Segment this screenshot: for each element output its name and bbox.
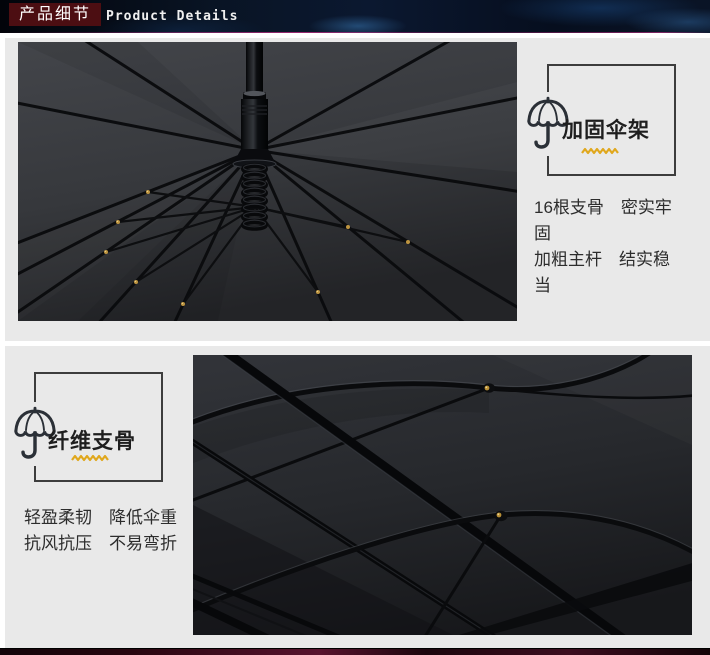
header-title-en: Product Details xyxy=(106,9,238,24)
section-header-bar: 产品细节 Product Details xyxy=(0,0,710,33)
feature-title: 纤维支骨 xyxy=(48,431,136,452)
header-title-zh: 产品细节 xyxy=(9,3,101,26)
umbrella-frame-photo xyxy=(18,42,517,321)
feature-card-reinforced-frame: 加固伞架 16根支骨 密实牢固 加粗主杆 结实稳当 xyxy=(5,38,710,341)
feature-title: 加固伞架 xyxy=(562,120,650,141)
zigzag-accent-icon xyxy=(71,454,109,462)
feature-line: 加粗主杆 结实稳当 xyxy=(534,247,680,299)
spring-coil xyxy=(244,164,266,228)
fiber-ribs-photo xyxy=(193,355,692,635)
feature-line: 16根支骨 密实牢固 xyxy=(534,195,680,247)
zigzag-accent-icon xyxy=(581,147,619,155)
feature-card-fiber-ribs: 纤维支骨 轻盈柔韧 降低伞重 抗风抗压 不易弯折 xyxy=(5,346,710,648)
product-details-page: 产品细节 Product Details xyxy=(0,0,710,655)
rib-joint xyxy=(495,511,508,521)
rib-joint xyxy=(483,383,495,393)
next-section-strip xyxy=(0,648,710,655)
feature-description: 16根支骨 密实牢固 加粗主杆 结实稳当 xyxy=(534,195,680,299)
